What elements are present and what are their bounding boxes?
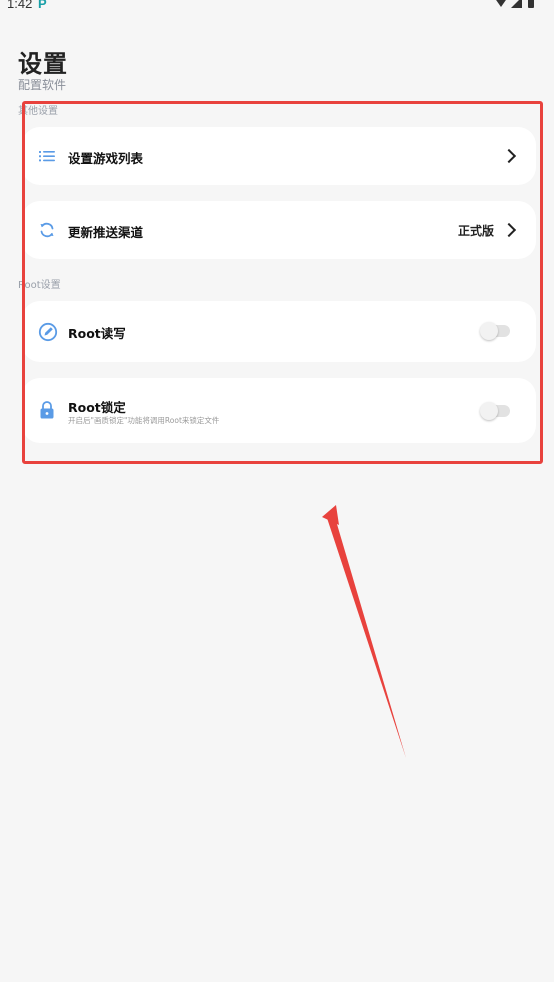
section-label-other: 其他设置: [18, 106, 58, 117]
chevron-right-icon: [501, 222, 517, 238]
page-subtitle: 配置软件: [18, 78, 67, 92]
setting-item-game-list[interactable]: 设置游戏列表: [22, 127, 536, 185]
status-bar: 1:42 P: [0, 0, 554, 16]
setting-title-root-rw: Root读写: [68, 326, 126, 341]
setting-title-update-channel: 更新推送渠道: [68, 225, 144, 240]
root-rw-toggle[interactable]: [480, 322, 510, 340]
app-notification-icon: P: [38, 0, 47, 11]
setting-item-root-lock[interactable]: Root锁定 开启后"画质锁定"功能将调用Root来锁定文件: [22, 378, 536, 443]
setting-desc-root-lock: 开启后"画质锁定"功能将调用Root来锁定文件: [68, 416, 220, 425]
edit-icon: [38, 322, 58, 342]
status-time: 1:42: [7, 0, 33, 11]
signal-icon: [511, 0, 522, 8]
toggle-knob: [480, 402, 498, 420]
setting-title-game-list: 设置游戏列表: [68, 151, 144, 166]
root-lock-toggle[interactable]: [480, 402, 510, 420]
section-label-root: Root设置: [18, 280, 61, 291]
update-channel-value: 正式版: [457, 224, 494, 238]
chevron-right-icon: [501, 148, 517, 164]
setting-item-root-rw[interactable]: Root读写: [22, 301, 536, 362]
setting-item-update-channel[interactable]: 更新推送渠道 正式版: [22, 201, 536, 259]
lock-icon: [38, 400, 56, 419]
toggle-knob: [480, 322, 498, 340]
wifi-icon: [494, 0, 508, 7]
battery-icon: [528, 0, 534, 8]
status-indicators: [494, 0, 534, 8]
setting-title-root-lock: Root锁定: [68, 400, 126, 415]
sync-icon: [38, 221, 56, 239]
list-icon: [38, 147, 56, 165]
page-title: 设置: [18, 50, 68, 78]
